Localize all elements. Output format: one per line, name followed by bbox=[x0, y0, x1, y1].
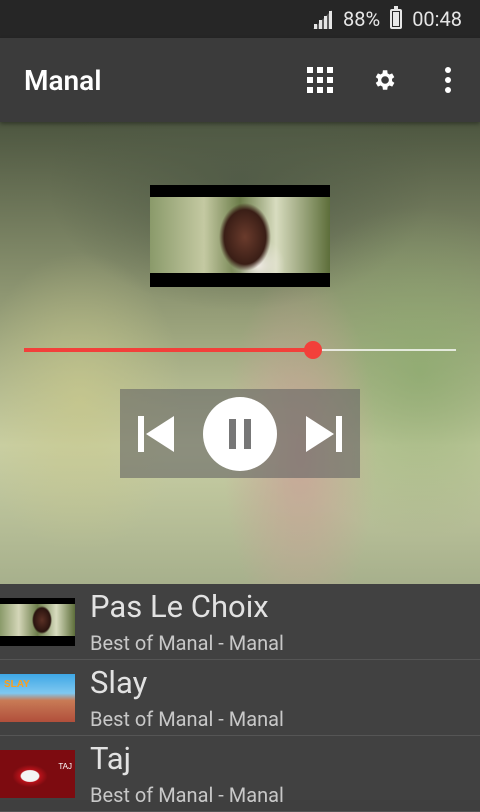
thumbnail-text: TAJ bbox=[58, 762, 72, 771]
skip-previous-icon bbox=[138, 415, 174, 452]
grid-button[interactable] bbox=[288, 48, 352, 112]
settings-button[interactable] bbox=[352, 48, 416, 112]
status-bar: 88% 00:48 bbox=[0, 0, 480, 38]
list-item[interactable]: Pas Le Choix Best of Manal - Manal bbox=[0, 584, 480, 660]
more-options-button[interactable] bbox=[416, 48, 480, 112]
track-title: Slay bbox=[90, 664, 148, 701]
list-item[interactable]: SLAY Slay Best of Manal - Manal bbox=[0, 660, 480, 736]
signal-icon bbox=[311, 8, 333, 30]
track-title: Pas Le Choix bbox=[90, 588, 269, 625]
track-thumbnail: TAJ bbox=[0, 750, 75, 798]
battery-icon bbox=[390, 6, 403, 29]
seek-thumb[interactable] bbox=[304, 341, 322, 359]
more-vert-icon bbox=[445, 67, 451, 93]
previous-button[interactable] bbox=[136, 414, 176, 454]
track-thumbnail bbox=[0, 598, 75, 646]
video-thumbnail[interactable] bbox=[150, 185, 330, 287]
list-item[interactable]: TAJ Taj Best of Manal - Manal bbox=[0, 736, 480, 812]
seek-bar[interactable] bbox=[24, 341, 456, 359]
gear-icon bbox=[375, 70, 395, 90]
player-area bbox=[0, 122, 480, 584]
track-subtitle: Best of Manal - Manal bbox=[90, 631, 284, 655]
pause-button[interactable] bbox=[203, 396, 277, 471]
grid-icon bbox=[307, 67, 333, 93]
thumbnail-text: SLAY bbox=[4, 679, 30, 690]
battery-percentage: 88% bbox=[343, 7, 381, 31]
page-title: Manal bbox=[24, 63, 102, 97]
seek-progress bbox=[24, 348, 313, 352]
video-frame-image bbox=[150, 197, 330, 273]
pause-icon bbox=[229, 418, 251, 449]
skip-next-icon bbox=[306, 415, 342, 452]
playlist: Pas Le Choix Best of Manal - Manal SLAY … bbox=[0, 584, 480, 812]
app-bar: Manal bbox=[0, 38, 480, 122]
track-thumbnail: SLAY bbox=[0, 674, 75, 722]
next-button[interactable] bbox=[304, 414, 344, 454]
track-title: Taj bbox=[90, 740, 132, 777]
track-subtitle: Best of Manal - Manal bbox=[90, 707, 284, 731]
track-subtitle: Best of Manal - Manal bbox=[90, 783, 284, 807]
playback-controls bbox=[120, 389, 360, 478]
clock: 00:48 bbox=[412, 7, 462, 31]
